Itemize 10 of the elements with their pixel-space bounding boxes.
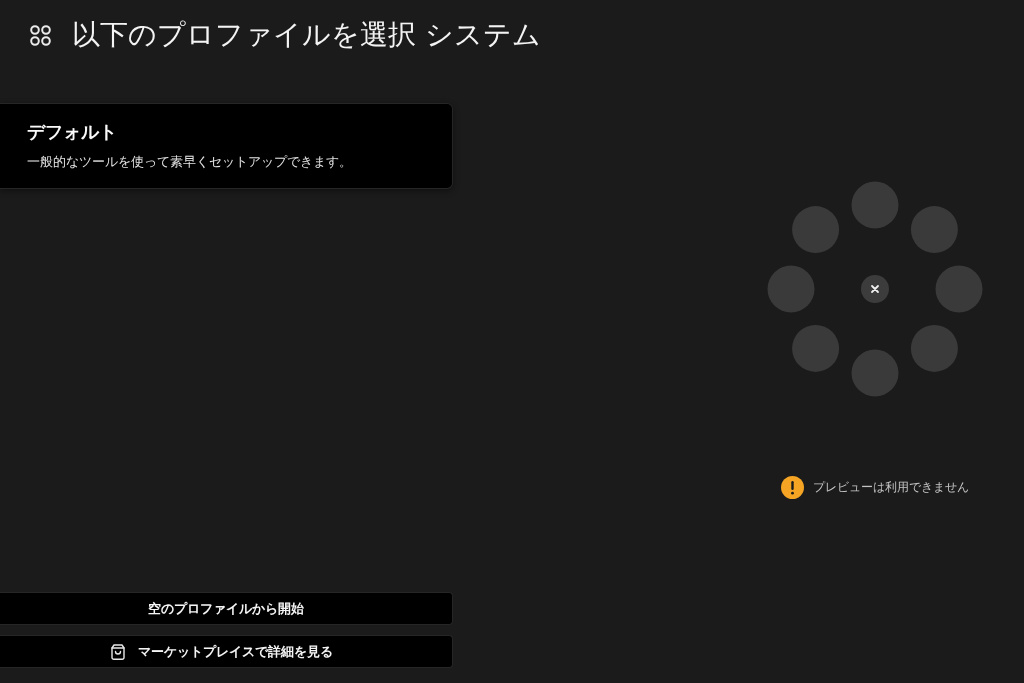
profile-title: デフォルト	[27, 120, 118, 144]
bag-icon	[111, 643, 125, 660]
four-circles-icon	[30, 24, 51, 46]
profile-description: 一般的なツールを使って素早くセットアップできます。	[27, 153, 353, 171]
page-title: 以下のプロファイルを選択 システム	[72, 17, 541, 53]
profile-card[interactable]: デフォルト 一般的なツールを使って素早くセットアップできます。	[0, 103, 453, 189]
marketplace-button[interactable]: マーケットプレイスで詳細を見る	[0, 635, 453, 668]
warning-icon	[781, 476, 804, 499]
start-empty-profile-button[interactable]: 空のプロファイルから開始	[0, 592, 453, 625]
preview-unavailable-text: プレビューは利用できません	[813, 479, 969, 496]
